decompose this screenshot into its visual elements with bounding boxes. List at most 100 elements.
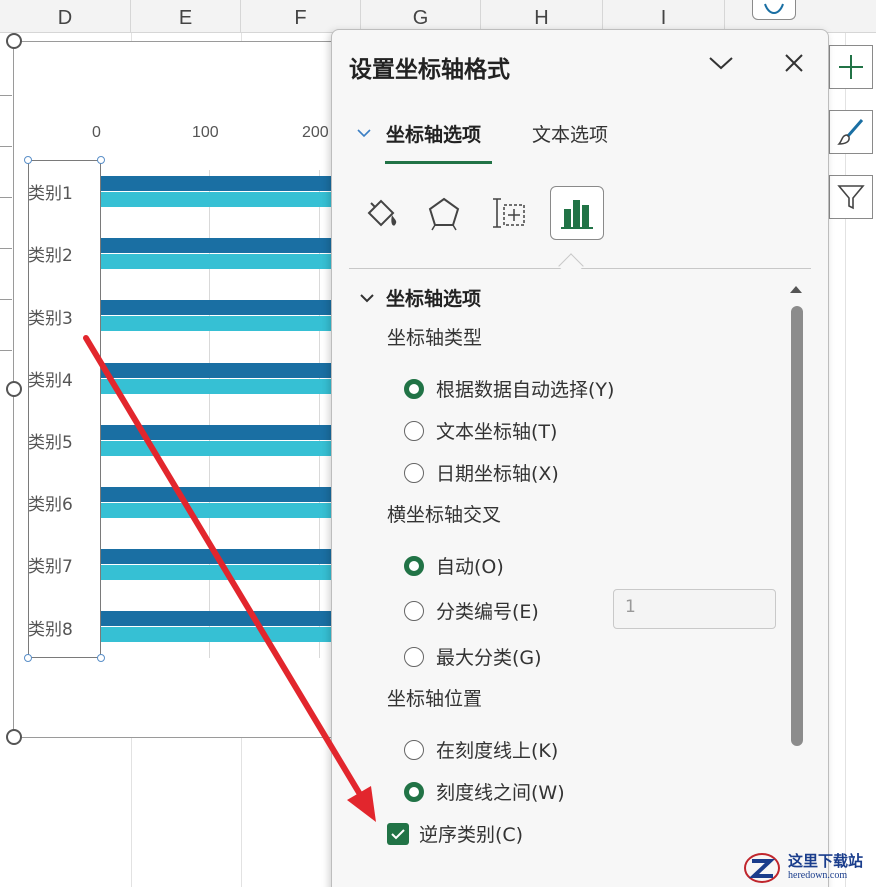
radio-auto-select-by-data[interactable]: 根据数据自动选择(Y) [404, 375, 614, 402]
axis-selection-handle[interactable] [24, 654, 32, 662]
chart-bar[interactable] [101, 238, 333, 254]
chart-bar[interactable] [101, 362, 333, 378]
radio-crosses-max-category[interactable]: 最大分类(G) [404, 643, 542, 670]
chart-bar[interactable] [101, 611, 333, 627]
effects-tab-button[interactable] [417, 186, 471, 240]
axis-selection-handle[interactable] [97, 156, 105, 164]
chart-bar[interactable] [101, 487, 333, 502]
radio-crosses-auto[interactable]: 自动(O) [404, 552, 504, 579]
radio-date-axis[interactable]: 日期坐标轴(X) [404, 459, 559, 486]
radio-label: 在刻度线上(K) [436, 740, 559, 762]
plus-icon [839, 55, 863, 79]
pane-scrollbar-thumb[interactable] [791, 306, 803, 746]
grid-line [0, 350, 12, 351]
category-label: 类别6 [28, 495, 73, 515]
category-label: 类别8 [28, 620, 73, 640]
category-axis-selection[interactable] [28, 160, 101, 658]
category-number-input[interactable]: 1 [613, 589, 776, 629]
column-header-e[interactable]: E [131, 0, 241, 33]
chart-bar[interactable] [101, 300, 333, 316]
radio-between-tick-marks[interactable]: 刻度线之间(W) [404, 778, 565, 805]
radio-indicator [404, 646, 424, 667]
active-category-notch [558, 253, 584, 279]
chart-bar[interactable] [101, 378, 333, 394]
chart-elements-button[interactable] [829, 45, 873, 89]
chevron-down-icon [357, 129, 371, 138]
grid-line [0, 146, 12, 147]
checkbox-reverse-categories[interactable]: 逆序类别(C) [387, 820, 523, 847]
radio-indicator [404, 420, 424, 441]
chart-style-brush-button[interactable] [752, 0, 796, 20]
paintbrush-icon [837, 119, 864, 145]
section-axis-options-header[interactable]: 坐标轴选项 [360, 284, 481, 311]
chart-bar[interactable] [101, 424, 333, 440]
axis-selection-handle[interactable] [97, 654, 105, 662]
format-axis-pane: 设置坐标轴格式 坐标轴选项 文本选项 坐标轴选项 坐标轴类型 根据数据自动选择(… [331, 29, 829, 887]
category-label: 类别3 [28, 309, 73, 329]
axis-options-tab-button[interactable] [550, 186, 604, 240]
watermark-logo: 这里下载站 heredown.com [742, 848, 876, 887]
grid-line [0, 248, 12, 249]
radio-label: 文本坐标轴(T) [436, 421, 558, 443]
chart-bar[interactable] [101, 254, 333, 270]
axis-tick-label: 0 [92, 124, 101, 141]
radio-crosses-category-number[interactable]: 分类编号(E) [404, 597, 539, 624]
axis-selection-handle[interactable] [24, 156, 32, 164]
watermark-cn-text: 这里下载站 [788, 852, 864, 870]
tab-axis-options[interactable]: 坐标轴选项 [386, 120, 481, 147]
column-header-d[interactable]: D [0, 0, 131, 33]
chart-bar[interactable] [101, 440, 333, 456]
fill-line-tab-button[interactable] [354, 186, 408, 240]
axis-options-bar-chart-icon [561, 200, 593, 229]
chart-resize-handle-left[interactable] [6, 381, 22, 397]
axis-tick-label: 200 [302, 124, 329, 141]
radio-label: 自动(O) [436, 556, 504, 578]
checkbox-label: 逆序类别(C) [419, 824, 524, 846]
radio-label: 日期坐标轴(X) [436, 463, 559, 485]
category-label: 类别5 [28, 433, 73, 453]
chart-filters-button[interactable] [829, 175, 873, 219]
category-label: 类别1 [28, 184, 73, 204]
chart-bar[interactable] [101, 503, 333, 518]
category-label: 类别2 [28, 246, 73, 266]
active-tab-indicator [385, 161, 492, 164]
radio-label: 刻度线之间(W) [436, 782, 565, 804]
radio-label: 根据数据自动选择(Y) [436, 379, 615, 401]
pane-title: 设置坐标轴格式 [349, 57, 510, 83]
radio-indicator [404, 555, 424, 576]
watermark-en-text: heredown.com [788, 870, 848, 881]
chart-bar[interactable] [101, 627, 333, 643]
chart-bar[interactable] [101, 565, 333, 581]
axis-tick-label: 100 [192, 124, 219, 141]
fill-line-icon [367, 199, 397, 227]
scroll-up-arrow-icon[interactable] [789, 284, 803, 294]
chart-resize-handle-bottom-left[interactable] [6, 729, 22, 745]
radio-indicator [404, 739, 424, 760]
chevron-down-icon [709, 57, 733, 70]
effects-pentagon-icon [428, 197, 460, 231]
chart-bar[interactable] [101, 176, 333, 191]
category-label: 类别7 [28, 557, 73, 577]
chart-bar[interactable] [101, 549, 333, 565]
pane-options-chevron[interactable] [706, 48, 736, 78]
radio-indicator [404, 781, 424, 802]
radio-indicator [404, 378, 424, 399]
radio-label: 分类编号(E) [436, 601, 539, 623]
axis-position-label: 坐标轴位置 [387, 688, 483, 710]
chart-resize-handle-top-left[interactable] [6, 33, 22, 49]
pane-close-button[interactable] [779, 48, 809, 78]
chart-bar[interactable] [101, 316, 333, 332]
radio-text-axis[interactable]: 文本坐标轴(T) [404, 417, 557, 444]
close-icon [785, 54, 803, 72]
chart-styles-button[interactable] [829, 110, 873, 154]
radio-on-tick-marks[interactable]: 在刻度线上(K) [404, 736, 558, 763]
grid-line [0, 95, 12, 96]
radio-indicator [404, 600, 424, 621]
grid-line [0, 197, 12, 198]
tab-text-options[interactable]: 文本选项 [532, 120, 608, 147]
chart-bar[interactable] [101, 192, 333, 207]
size-properties-tab-button[interactable] [482, 186, 536, 240]
axis-type-label: 坐标轴类型 [387, 327, 483, 349]
chevron-down-icon [360, 293, 374, 302]
radio-label: 最大分类(G) [436, 647, 542, 669]
